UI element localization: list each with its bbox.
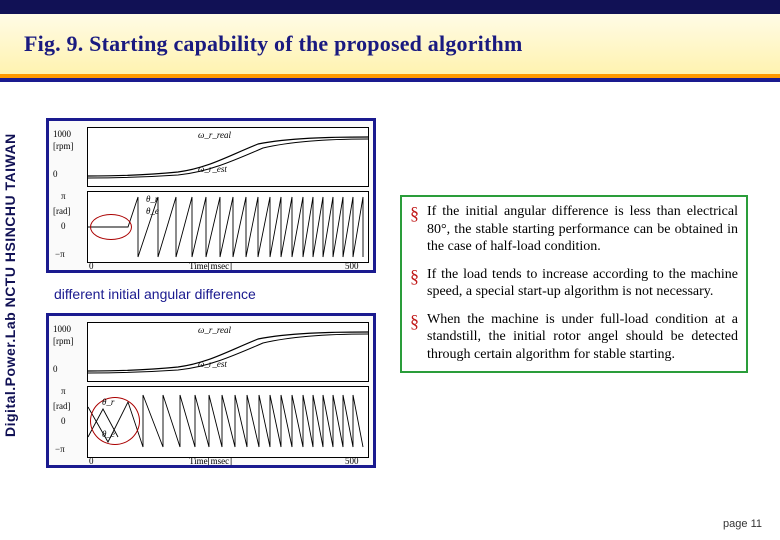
ylab-rpm-2: [rpm] <box>53 336 74 346</box>
slide: Fig. 9. Starting capability of the propo… <box>0 0 780 540</box>
chart-top: ω_r_real ω_r_est 1000 [rpm] 0 θ_r θ_e π … <box>46 118 376 273</box>
xlab-500-1: 500 <box>345 261 359 271</box>
panel-angle-1: θ_r θ_e <box>87 191 369 263</box>
xlab-500-2: 500 <box>345 456 359 466</box>
ylab-0-2: 0 <box>53 364 58 374</box>
panel-angle-2: θ_r θ_e <box>87 386 369 458</box>
ylab-0-1: 0 <box>53 169 58 179</box>
ylab-rad-1: [rad] <box>53 206 71 216</box>
bullet-text-3: When the machine is under full-load cond… <box>427 311 738 364</box>
top-band <box>0 0 780 14</box>
page-number: page 11 <box>723 518 762 530</box>
mid-caption: different initial angular difference <box>54 286 382 302</box>
trace-label-wr-est-2: ω_r_est <box>198 359 227 369</box>
xlab-0-2: 0 <box>89 456 94 466</box>
accent-bar-blue <box>0 78 780 82</box>
panel-rpm-2: ω_r_real ω_r_est <box>87 322 369 382</box>
ylab-npi-2: −π <box>55 444 65 454</box>
ylab-rad-2: [rad] <box>53 401 71 411</box>
trace-label-wr-est: ω_r_est <box>198 164 227 174</box>
bullet-row-3: § When the machine is under full-load co… <box>410 311 738 364</box>
bullet-text-2: If the load tends to increase according … <box>427 266 738 301</box>
figure-area: ω_r_real ω_r_est 1000 [rpm] 0 θ_r θ_e π … <box>46 118 382 468</box>
highlight-ellipse-1 <box>90 214 132 240</box>
xlab-time-1: Time[msec] <box>189 261 232 271</box>
ylab-rpm-1: [rpm] <box>53 141 74 151</box>
sidebar-label: Digital.Power.Lab NCTU HSINCHU TAIWAN <box>2 95 24 475</box>
ylab-0b-2: 0 <box>61 416 66 426</box>
bullets-box: § If the initial angular difference is l… <box>400 195 748 373</box>
trace-label-wr-real-2: ω_r_real <box>198 325 231 335</box>
bullet-icon: § <box>410 205 419 221</box>
xlab-0-1: 0 <box>89 261 94 271</box>
bullet-icon: § <box>410 268 419 284</box>
chart-bottom: ω_r_real ω_r_est 1000 [rpm] 0 θ_r θ_e π … <box>46 313 376 468</box>
trace-label-thr-1: θ_r <box>146 194 158 204</box>
bullet-row-2: § If the load tends to increase accordin… <box>410 266 738 301</box>
trace-label-the-2: θ_e <box>102 429 115 439</box>
trace-label-thr-2: θ_r <box>102 397 114 407</box>
trace-label-wr-real: ω_r_real <box>198 130 231 140</box>
ylab-1000-2: 1000 <box>53 324 71 334</box>
title-band: Fig. 9. Starting capability of the propo… <box>0 14 780 74</box>
ylab-0b-1: 0 <box>61 221 66 231</box>
ylab-pi-1: π <box>61 191 66 201</box>
bullet-text-1: If the initial angular difference is les… <box>427 203 738 256</box>
highlight-ellipse-2 <box>90 397 140 445</box>
ylab-pi-2: π <box>61 386 66 396</box>
panel-rpm-1: ω_r_real ω_r_est <box>87 127 369 187</box>
xlab-time-2: Time[msec] <box>189 456 232 466</box>
trace-label-the-1: θ_e <box>146 206 159 216</box>
bullet-row-1: § If the initial angular difference is l… <box>410 203 738 256</box>
ylab-1000-1: 1000 <box>53 129 71 139</box>
bullet-icon: § <box>410 313 419 329</box>
ylab-npi-1: −π <box>55 249 65 259</box>
page-title: Fig. 9. Starting capability of the propo… <box>24 31 522 57</box>
